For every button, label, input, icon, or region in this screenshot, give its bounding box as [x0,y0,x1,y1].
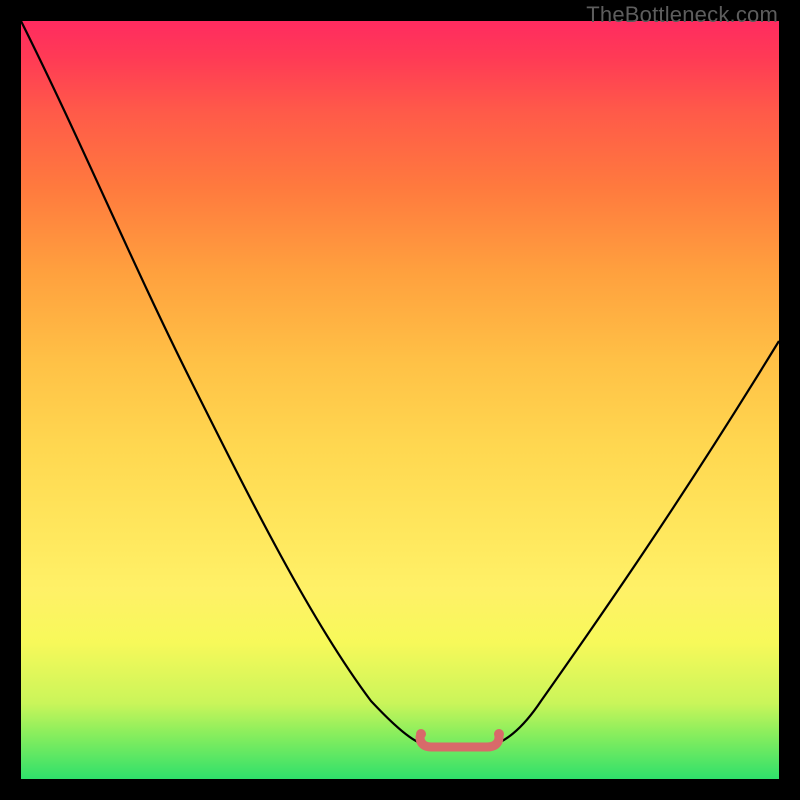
plateau-end-left [416,729,426,739]
plot-area [21,21,779,779]
curve-layer [21,21,779,779]
plateau-marker [420,737,499,747]
chart-frame: TheBottleneck.com [0,0,800,800]
watermark-text: TheBottleneck.com [586,2,778,28]
plateau-end-right [494,729,504,739]
bottleneck-curve [21,21,779,745]
